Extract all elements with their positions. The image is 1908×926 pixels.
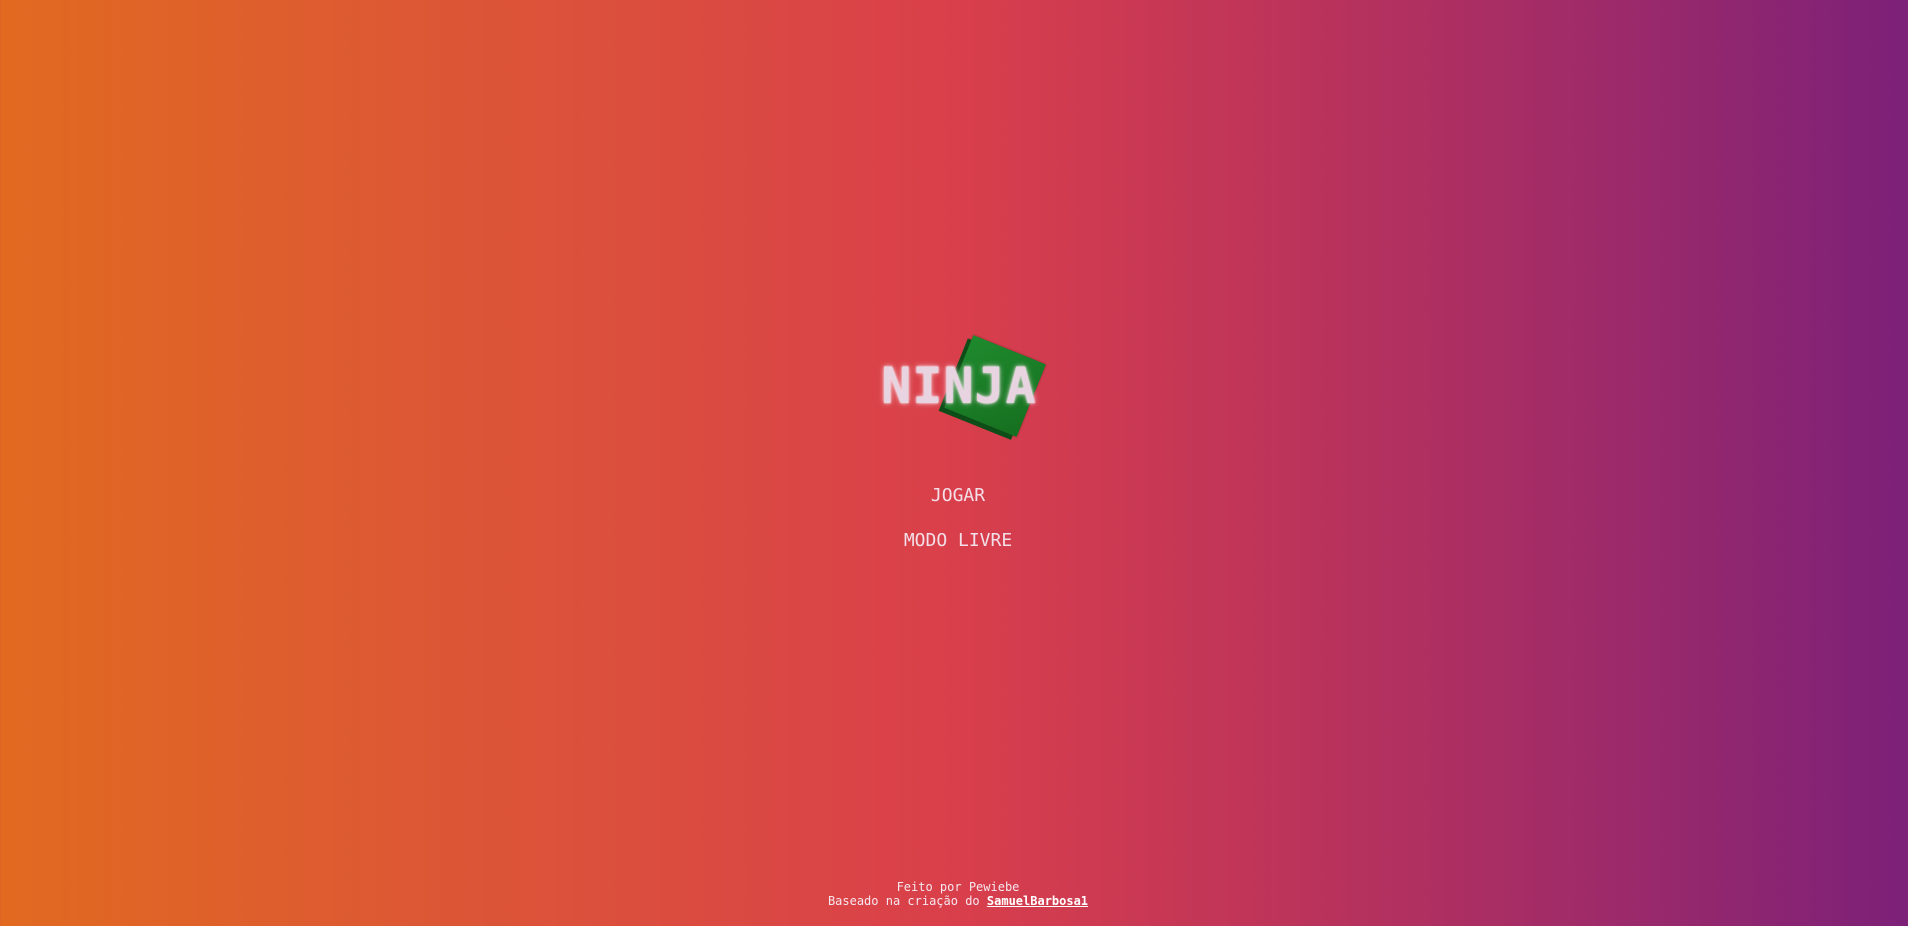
made-by-text: Feito por Pewiebe <box>896 880 1020 894</box>
based-on-line: Baseado na criação do SamuelBarbosa1 <box>0 894 1908 908</box>
free-mode-button[interactable]: MODO LIVRE <box>904 527 1012 555</box>
based-on-prefix: Baseado na criação do <box>827 894 980 908</box>
play-button[interactable]: JOGAR <box>931 482 985 510</box>
credits-footer: Feito por Pewiebe Baseado na criação do … <box>0 880 1908 908</box>
main-menu: JOGAR MODO LIVRE <box>0 482 1908 555</box>
game-logo: NINJA <box>874 335 1064 455</box>
game-screen: NINJA JOGAR MODO LIVRE Feito por Pewiebe… <box>0 0 1908 926</box>
game-title: NINJA <box>881 357 1037 415</box>
author-link[interactable]: SamuelBarbosa1 <box>987 894 1088 908</box>
